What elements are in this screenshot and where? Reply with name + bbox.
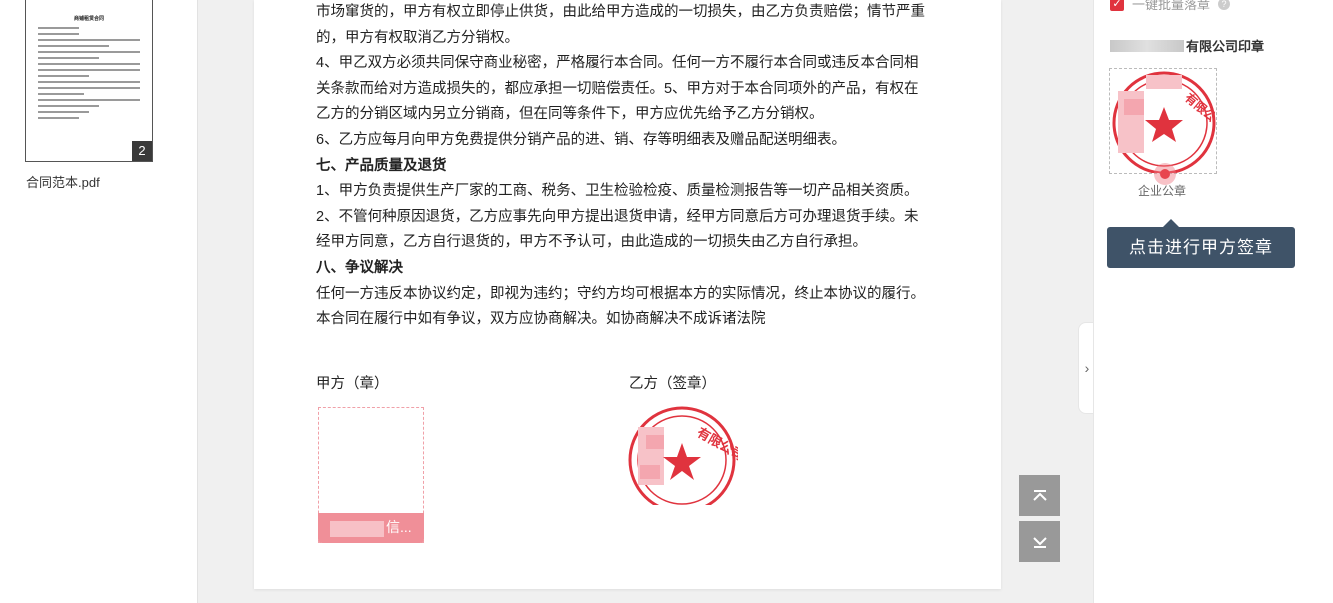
batch-seal-option[interactable]: ✓ 一键批量落章 ? (1110, 0, 1231, 13)
scroll-to-top-icon (1032, 489, 1047, 501)
doc-line: 本合同在履行中如有争议，双方应协商解决。如协商解决不成诉诸法院 (316, 311, 766, 328)
seal-caption: 企业公章 (1138, 184, 1187, 198)
party-b-company-stamp: 有限公司 (628, 406, 738, 505)
file-name: 合同范本.pdf (26, 175, 100, 190)
contract-body: 市场窜货的，甲方有权立即停止供货，由此给甲方造成的一切损失，由乙方负责赔偿；情节… (316, 0, 956, 333)
thumbnail-title: 商铺租赁合同 (73, 16, 104, 22)
party-b-label: 乙方（签章） (629, 376, 716, 392)
doc-line: 2、不管何种原因退货，乙方应事先向甲方提出退货申请，经甲方同意后方可办理退货手续… (316, 208, 919, 225)
batch-seal-checkbox[interactable]: ✓ (1110, 0, 1124, 11)
svg-text:有限公司: 有限公司 (694, 425, 738, 465)
chevron-right-icon: › (1084, 360, 1090, 376)
batch-seal-label: 一键批量落章 (1132, 0, 1211, 12)
document-page: 市场窜货的，甲方有权立即停止供货，由此给甲方造成的一切损失，由乙方负责赔偿；情节… (254, 0, 1001, 589)
company-seal-title: 有限公司印章 (1110, 36, 1264, 55)
party-a-label: 甲方（章） (316, 376, 389, 392)
party-a-sign-tooltip[interactable]: 点击进行甲方签章 (1107, 219, 1295, 268)
doc-line: 关条款而给对方造成损失的，都应承担一切赔偿责任。5、甲方对于本合同项外的产品，有… (316, 80, 919, 97)
section-heading: 八、争议解决 (316, 259, 403, 276)
svg-text:有限公: 有限公 (1182, 90, 1216, 125)
scroll-to-bottom-icon (1032, 536, 1047, 548)
page-thumbnail[interactable]: 商铺租赁合同 2 (25, 0, 153, 162)
question-circle-icon[interactable]: ? (1218, 0, 1231, 10)
scroll-to-top-button[interactable] (1019, 475, 1060, 516)
doc-line: 经甲方同意，乙方自行退货的，甲方不予认可，由此造成的一切损失由乙方自行承担。 (316, 234, 867, 251)
doc-line: 乙方的分销区域内另立分销商，但在同等条件下，甲方应优先给予乙方分销权。 (316, 106, 824, 123)
section-heading: 七、产品质量及退货 (316, 157, 447, 174)
seal-slot-label: 信... (386, 519, 412, 535)
party-a-seal-slot[interactable]: 信... (318, 407, 424, 543)
thumbnail-page-number: 2 (132, 141, 152, 161)
redacted-company-name (1110, 39, 1184, 52)
doc-line: 市场窜货的，甲方有权立即停止供货，由此给甲方造成的一切损失，由乙方负责赔偿；情节… (316, 4, 925, 20)
doc-line: 1、甲方负责提供生产厂家的工商、税务、卫生检验检疫、质量检测报告等一切产品相关资… (316, 183, 919, 200)
company-seal-stamp: 有限公 (1112, 71, 1216, 173)
doc-line: 任何一方违反本协议约定，即视为违约；守约方均可根据本方的实际情况，终止本协议的履… (316, 285, 925, 302)
scroll-to-bottom-button[interactable] (1019, 521, 1060, 562)
thumbnail-sidebar: 商铺租赁合同 2 合同范本.pdf (0, 0, 198, 603)
doc-line: 6、乙方应每月向甲方免费提供分销产品的进、销、存等明细表及赠品配送明细表。 (316, 131, 847, 148)
company-seal-option[interactable]: 有限公 (1109, 68, 1217, 174)
thumbnail-text-lines (38, 27, 140, 123)
doc-line: 4、甲乙双方必须共同保守商业秘密，严格履行本合同。任何一方不履行本合同或违反本合… (316, 55, 919, 72)
doc-line: 的，甲方有权取消乙方分销权。 (316, 29, 519, 46)
company-seal-suffix: 有限公司印章 (1186, 39, 1265, 54)
seal-panel: ✓ 一键批量落章 ? 有限公司印章 有限公 企业公章 点击进行甲方签章 (1093, 0, 1333, 603)
seal-slot-bar[interactable]: 信... (318, 513, 424, 543)
